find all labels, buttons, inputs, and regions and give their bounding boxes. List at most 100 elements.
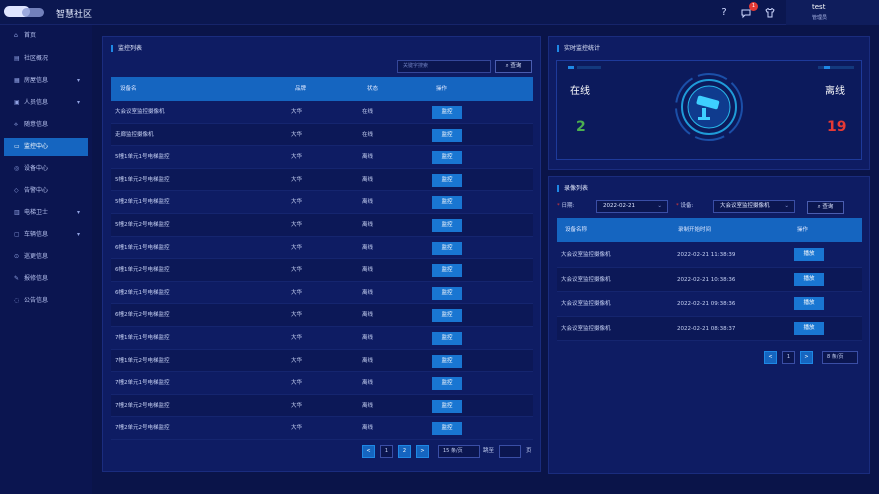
record-time-cell: 2022-02-21 11:38:39 <box>677 252 736 258</box>
record-search-button[interactable]: ⌕ 查询 <box>807 201 844 214</box>
monitor-list-title: 监控列表 <box>111 45 142 52</box>
sidebar-item-home[interactable]: ⌂ 首页 <box>4 27 88 45</box>
play-button[interactable]: 播放 <box>794 248 824 261</box>
record-pager-page-1[interactable]: 1 <box>782 351 795 364</box>
monitor-button[interactable]: 监控 <box>432 264 462 278</box>
device-select[interactable]: 大会议室监控摄像机 ⌄ <box>713 200 795 213</box>
record-time-cell: 2022-02-21 09:38:36 <box>677 301 736 307</box>
pager-next-button[interactable]: > <box>416 445 429 458</box>
brand-cell: 大华 <box>291 380 303 387</box>
elevator-icon: ▥ <box>14 209 20 216</box>
sidebar-item-people[interactable]: ▣ 人员信息 ▾ <box>4 94 88 112</box>
table-row: 5幢1单元1号电梯监控 大华 离线 监控 <box>111 146 533 169</box>
sidebar-item-monitor[interactable]: ▭ 监控中心 <box>4 138 88 156</box>
status-cell: 离线 <box>362 222 374 228</box>
column-header: 设备名称 <box>565 227 588 233</box>
sidebar-item-share[interactable]: ⟡ 随意信息 <box>4 116 88 134</box>
monitor-search-input[interactable]: 关键字搜索 <box>397 60 491 73</box>
table-row: 6幢2单元1号电梯监控 大华 离线 监控 <box>111 282 533 305</box>
patrol-icon: ⊙ <box>14 253 20 260</box>
device-name-cell: 7幢2单元1号电梯监控 <box>115 380 170 387</box>
house-icon: ▦ <box>14 77 20 84</box>
sidebar-item-alarm[interactable]: ◇ 告警中心 <box>4 182 88 200</box>
brand-cell: 大华 <box>291 176 303 183</box>
user-menu[interactable] <box>786 0 879 25</box>
page-size-select[interactable]: 15 条/页 <box>438 445 480 458</box>
status-cell: 离线 <box>362 402 374 409</box>
sidebar-item-elevator[interactable]: ▥ 电梯卫士 ▾ <box>4 204 88 222</box>
brand-cell: 大华 <box>291 222 303 228</box>
help-icon[interactable]: ? <box>718 7 730 19</box>
status-cell: 离线 <box>362 267 374 274</box>
date-picker[interactable]: 2022-02-21 ⌄ <box>596 200 668 213</box>
play-button[interactable]: 播放 <box>794 321 824 335</box>
play-button[interactable]: 播放 <box>794 297 824 310</box>
brand-cell: 大华 <box>291 199 303 206</box>
device-name-cell: 5幢2单元2号电梯监控 <box>115 222 170 228</box>
table-row: 大会议室监控摄像机 2022-02-21 10:38:36 播放 <box>557 267 862 292</box>
record-pager-next-button[interactable]: > <box>800 351 813 364</box>
sidebar-item-device[interactable]: ◎ 设备中心 <box>4 160 88 178</box>
pager-page-2[interactable]: 2 <box>398 445 411 458</box>
sidebar-item-overview[interactable]: ▤ 社区概况 <box>4 50 88 68</box>
device-name-cell: 6幢1单元1号电梯监控 <box>115 244 170 251</box>
notification-badge: 1 <box>749 2 758 11</box>
record-page-size-select[interactable]: 8 条/页 <box>822 351 858 364</box>
pager-page-1[interactable]: 1 <box>380 445 393 458</box>
record-pager-prev-button[interactable]: < <box>764 351 777 364</box>
table-row: 走廊监控摄像机 大华 在线 监控 <box>111 123 533 147</box>
table-row: 大会议室监控摄像机 2022-02-21 08:38:37 播放 <box>557 316 862 341</box>
notice-icon: ◌ <box>14 297 20 304</box>
table-row: 6幢1单元2号电梯监控 大华 离线 监控 <box>111 259 533 282</box>
device-name-cell: 6幢1单元2号电梯监控 <box>115 267 170 274</box>
chevron-down-icon: ▾ <box>76 99 80 106</box>
column-header: 品牌 <box>295 86 307 92</box>
chevron-down-icon: ▾ <box>76 209 80 216</box>
sidebar: ⌂ 首页 ▤ 社区概况 ▦ 房屋信息 ▾ ▣ 人员信息 ▾ ⟡ 随意信息 ▭ 监控中心 ◎ 设备中… <box>0 25 92 494</box>
monitor-button[interactable]: 监控 <box>432 286 462 300</box>
brand-cell: 大华 <box>291 335 303 341</box>
column-header: 操作 <box>797 227 809 233</box>
chevron-down-icon: ▾ <box>76 231 80 238</box>
shirt-icon[interactable] <box>764 7 776 19</box>
record-time-cell: 2022-02-21 08:38:37 <box>677 325 736 332</box>
column-header: 设备名 <box>120 86 137 92</box>
alarm-icon: ◇ <box>14 187 19 194</box>
monitor-button[interactable]: 监控 <box>432 354 462 368</box>
device-name-cell: 6幢2单元1号电梯监控 <box>115 289 170 296</box>
brand-cell: 大华 <box>291 154 303 161</box>
user-role: 管理员 <box>812 15 828 21</box>
monitor-button[interactable]: 监控 <box>432 377 462 391</box>
monitor-button[interactable]: 监控 <box>432 106 462 119</box>
record-title: 录像列表 <box>557 185 588 192</box>
monitor-button[interactable]: 监控 <box>432 196 462 210</box>
device-label: * 设备: <box>676 203 694 209</box>
jump-page-input[interactable] <box>499 445 521 458</box>
play-button[interactable]: 播放 <box>794 272 824 286</box>
monitor-button[interactable]: 监控 <box>432 219 462 232</box>
monitor-button[interactable]: 监控 <box>432 241 462 255</box>
monitor-button[interactable]: 监控 <box>432 128 462 142</box>
brand-cell: 大华 <box>291 402 303 409</box>
status-cell: 离线 <box>362 335 374 341</box>
monitor-button[interactable]: 监控 <box>432 399 462 413</box>
device-name-cell: 7幢1单元2号电梯监控 <box>115 357 170 364</box>
pager-prev-button[interactable]: < <box>362 445 375 458</box>
repair-icon: ✎ <box>14 275 20 282</box>
monitor-button[interactable]: 监控 <box>432 422 462 436</box>
brand-cell: 大华 <box>291 131 303 138</box>
sidebar-item-car[interactable]: ▢ 车辆信息 ▾ <box>4 226 88 244</box>
sidebar-item-patrol[interactable]: ⊙ 巡更信息 <box>4 248 88 266</box>
monitor-search-button[interactable]: ⌕ 查询 <box>495 60 532 73</box>
record-time-cell: 2022-02-21 10:38:36 <box>677 276 736 283</box>
table-row: 5幢2单元1号电梯监控 大华 离线 监控 <box>111 191 533 214</box>
sidebar-item-repair[interactable]: ✎ 报修信息 <box>4 270 88 288</box>
monitor-button[interactable]: 监控 <box>432 151 462 165</box>
monitor-button[interactable]: 监控 <box>432 173 462 187</box>
sidebar-item-house[interactable]: ▦ 房屋信息 ▾ <box>4 72 88 90</box>
column-header: 状态 <box>367 86 379 92</box>
monitor-button[interactable]: 监控 <box>432 332 462 345</box>
monitor-button[interactable]: 监控 <box>432 309 462 323</box>
grid-icon: ▤ <box>14 55 20 62</box>
sidebar-item-notice[interactable]: ◌ 公告信息 <box>4 292 88 310</box>
